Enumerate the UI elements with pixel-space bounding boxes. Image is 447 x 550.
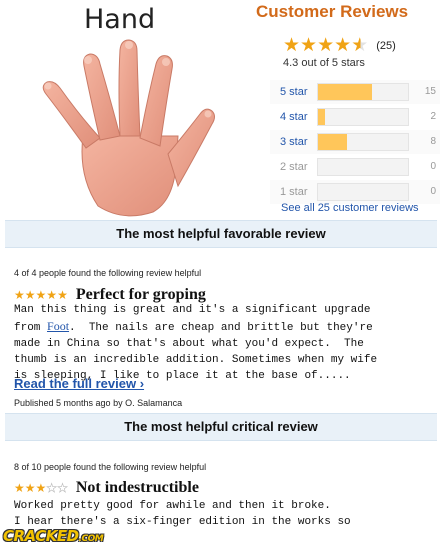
star-icon: ★: [35, 481, 47, 495]
histogram-row-4-star[interactable]: 4 star 2: [270, 105, 440, 130]
read-full-review-link[interactable]: Read the full review ›: [14, 376, 144, 391]
histogram-bar[interactable]: [317, 108, 409, 126]
empty-star-icon: ★: [57, 481, 68, 496]
review-title[interactable]: Not indestructible: [76, 479, 199, 497]
review-count[interactable]: (25): [376, 40, 396, 52]
star-icon: ★: [300, 35, 318, 56]
favorable-review-heading: The most helpful favorable review: [5, 220, 437, 248]
hand-photo: [42, 39, 215, 217]
histogram-row-2-star: 2 star 0: [270, 155, 440, 180]
customer-reviews-heading: Customer Reviews: [256, 2, 409, 21]
empty-star-icon: ★: [46, 481, 58, 496]
histogram-fill: [318, 134, 347, 150]
review-stars: ★★★★★: [14, 288, 68, 302]
critical-review-body: Worked pretty good for awhile and then i…: [14, 500, 351, 528]
histogram-row-5-star[interactable]: 5 star 15: [270, 80, 440, 105]
see-all-reviews-link[interactable]: See all 25 customer reviews: [281, 202, 419, 214]
critical-review-headline: ★★★★★ Not indestructible: [14, 479, 199, 497]
foot-product-link[interactable]: Foot: [47, 319, 69, 333]
histogram-count: 15: [424, 86, 436, 97]
watermark-text: CRACKED: [3, 527, 79, 545]
star-icon: ★: [57, 288, 68, 302]
star-icon: ★: [24, 288, 36, 302]
histogram-fill: [318, 84, 372, 100]
histogram-bar: [317, 158, 409, 176]
star-icon: ★: [46, 288, 58, 302]
histogram-label: 1 star: [280, 186, 308, 198]
histogram-bar[interactable]: [317, 83, 409, 101]
product-title: Hand: [84, 4, 156, 35]
histogram-count: 0: [430, 161, 436, 172]
rating-histogram: 5 star 15 4 star 2 3 star 8 2 star 0 1 s…: [270, 80, 440, 205]
histogram-row-3-star[interactable]: 3 star 8: [270, 130, 440, 155]
review-stars: ★★★★★: [14, 481, 68, 496]
histogram-count: 8: [430, 136, 436, 147]
histogram-bar[interactable]: [317, 133, 409, 151]
cracked-watermark-logo: CRACKED.COM: [3, 527, 104, 545]
average-rating-text: 4.3 out of 5 stars: [283, 57, 365, 69]
histogram-count: 0: [430, 186, 436, 197]
histogram-label[interactable]: 3 star: [280, 136, 308, 148]
star-icon: ★: [14, 481, 25, 495]
critical-review-heading: The most helpful critical review: [5, 413, 437, 441]
histogram-bar: [317, 183, 409, 201]
favorable-review-body: Man this thing is great and it's a signi…: [14, 302, 439, 384]
star-icon: ★: [14, 288, 25, 302]
histogram-label[interactable]: 4 star: [280, 111, 308, 123]
histogram-count: 2: [430, 111, 436, 122]
histogram-label[interactable]: 5 star: [280, 86, 308, 98]
watermark-suffix: .COM: [78, 534, 104, 544]
half-star-icon: ★: [351, 35, 369, 56]
helpful-count-text: 8 of 10 people found the following revie…: [14, 462, 207, 472]
helpful-count-text: 4 of 4 people found the following review…: [14, 268, 202, 278]
histogram-fill: [318, 109, 326, 125]
histogram-label: 2 star: [280, 161, 308, 173]
average-rating-stars[interactable]: ★ ★ ★ ★ ★ (25): [283, 36, 396, 55]
star-icon: ★: [334, 35, 352, 56]
star-icon: ★: [283, 35, 301, 56]
star-icon: ★: [317, 35, 335, 56]
star-icon: ★: [35, 288, 47, 302]
published-info: Published 5 months ago by O. Salamanca: [14, 398, 183, 408]
review-body-text: . The nails are cheap and brittle but th…: [14, 322, 378, 382]
star-icon: ★: [24, 481, 36, 495]
